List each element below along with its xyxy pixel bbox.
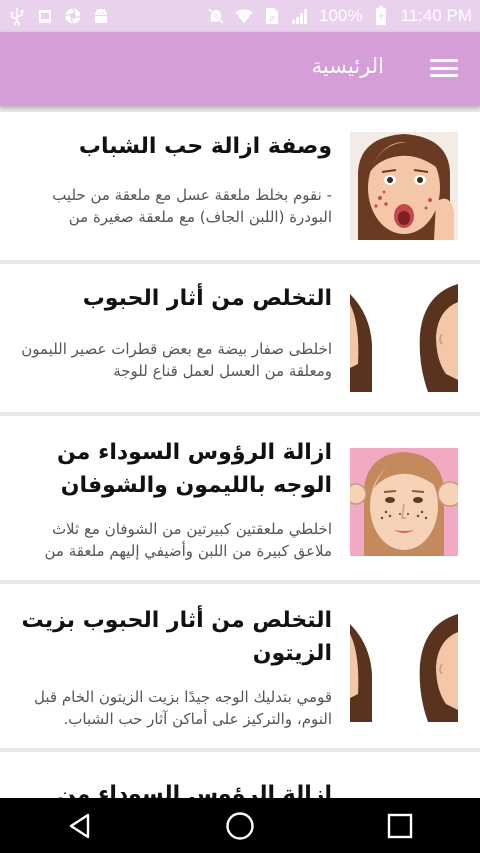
- recents-button[interactable]: [370, 798, 430, 853]
- usb-icon: [8, 7, 26, 25]
- article-excerpt: اخلطي ملعقتين كبيرتين من الشوفان مع ثلاث…: [44, 520, 333, 560]
- clock: 11:40 PM: [400, 6, 472, 25]
- system-nav-bar: [0, 798, 480, 853]
- article-title: ازالة الرؤوس السوداء من الوجه بالليمون و…: [57, 440, 332, 498]
- android-icon: [92, 7, 110, 25]
- article-excerpt: اخلطى صفار بيضة مع بعض قطرات عصير الليمو…: [21, 340, 332, 380]
- status-left: [8, 7, 110, 25]
- back-button[interactable]: [50, 798, 110, 853]
- status-right: ! ⊘ 100% 11:40 PM: [207, 6, 472, 26]
- recents-icon: [387, 813, 413, 838]
- article-list[interactable]: وصفة ازالة حب الشباب - نقوم بخلط ملعقة ع…: [0, 112, 480, 798]
- list-item[interactable]: وصفة ازالة حب الشباب - نقوم بخلط ملعقة ع…: [0, 112, 480, 260]
- battery-icon: [372, 6, 390, 25]
- article-title: التخلص من أثار الحبوب: [82, 286, 332, 311]
- article-excerpt: قومي بتدليك الوجه جيدًا بزيت الزيتون الخ…: [34, 688, 332, 728]
- aperture-icon: [64, 7, 82, 25]
- list-item[interactable]: التخلص من أثار الحبوب اخلطى صفار بيضة مع…: [0, 264, 480, 412]
- signal-icon: [291, 7, 309, 25]
- app-bar: الرئيسية: [0, 32, 480, 106]
- page-title: الرئيسية: [311, 54, 384, 78]
- battery-percent: 100%: [319, 6, 363, 25]
- article-title: التخلص من أثار الحبوب بزيت الزيتون: [21, 608, 332, 666]
- menu-button[interactable]: [430, 56, 458, 80]
- back-icon: [69, 813, 90, 838]
- mute-icon: [207, 7, 225, 25]
- no-sim-icon: ⊘: [263, 7, 281, 25]
- home-icon: [226, 811, 254, 840]
- home-button[interactable]: [210, 798, 270, 853]
- article-thumbnail: [350, 614, 458, 722]
- list-item[interactable]: ازالة الرؤوس السوداء من الانف: [0, 752, 480, 798]
- storage-icon: [36, 7, 54, 25]
- article-title: وصفة ازالة حب الشباب: [78, 134, 332, 159]
- article-excerpt: - نقوم بخلط ملعقة عسل مع ملعقة من حليب ا…: [52, 186, 332, 226]
- article-thumbnail: [350, 782, 458, 798]
- wifi-icon: !: [235, 7, 253, 25]
- hamburger-icon: [430, 59, 458, 62]
- article-thumbnail: [350, 132, 458, 240]
- list-item[interactable]: ازالة الرؤوس السوداء من الوجه بالليمون و…: [0, 416, 480, 580]
- list-item[interactable]: التخلص من أثار الحبوب بزيت الزيتون قومي …: [0, 584, 480, 748]
- svg-text:⊘: ⊘: [269, 14, 276, 23]
- article-title: ازالة الرؤوس السوداء من الانف: [57, 782, 332, 798]
- svg-text:!: !: [243, 13, 246, 20]
- article-thumbnail: [350, 284, 458, 392]
- status-bar: ! ⊘ 100% 11:40 PM: [0, 0, 480, 32]
- article-thumbnail: [350, 448, 458, 556]
